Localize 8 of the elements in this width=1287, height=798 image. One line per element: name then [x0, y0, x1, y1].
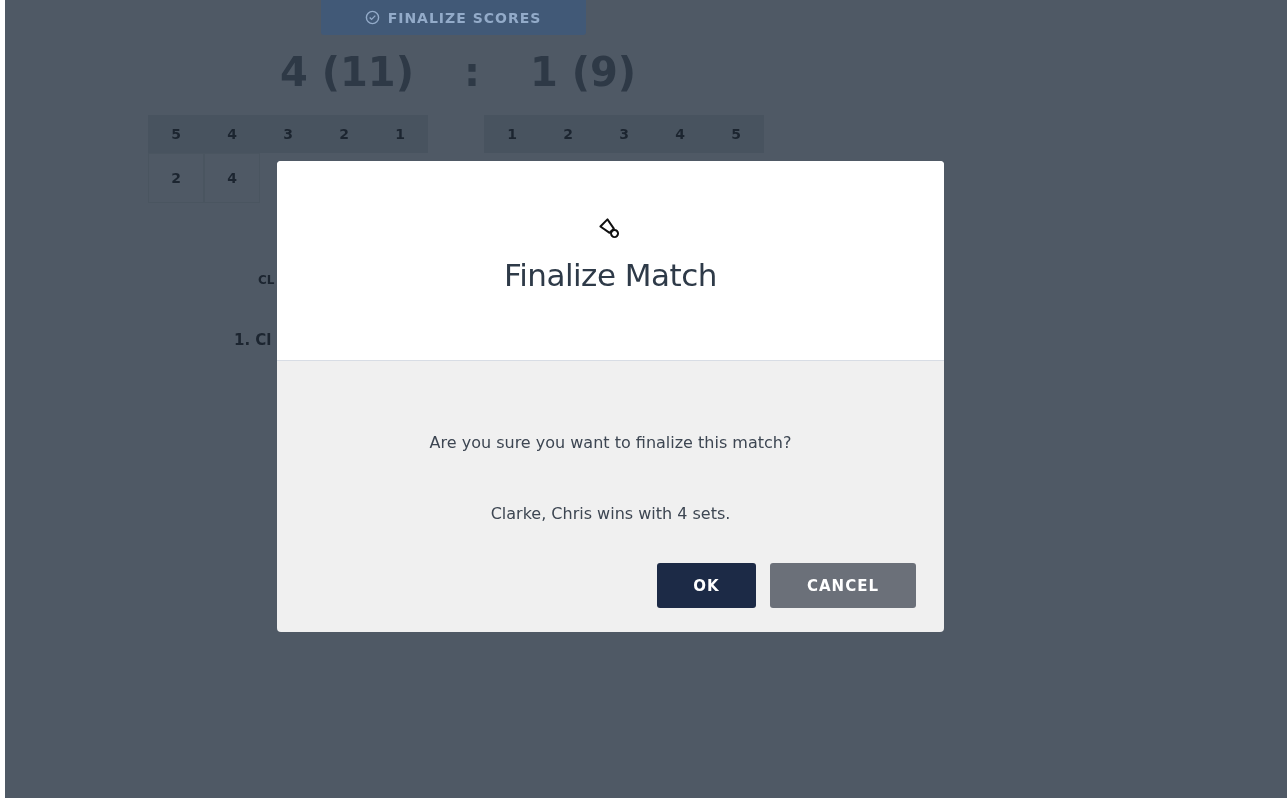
- finalize-scores-button[interactable]: FINALIZE SCORES: [320, 0, 586, 35]
- check-circle-icon: [364, 10, 380, 25]
- dialog-title: Finalize Match: [504, 257, 717, 293]
- cancel-button[interactable]: CANCEL: [770, 563, 916, 608]
- dialog-message: Are you sure you want to finalize this match?: [429, 433, 792, 452]
- score-separator: :: [463, 49, 480, 95]
- dialog-detail: Clarke, Chris wins with 4 sets.: [490, 504, 731, 523]
- ok-button[interactable]: OK: [657, 563, 756, 608]
